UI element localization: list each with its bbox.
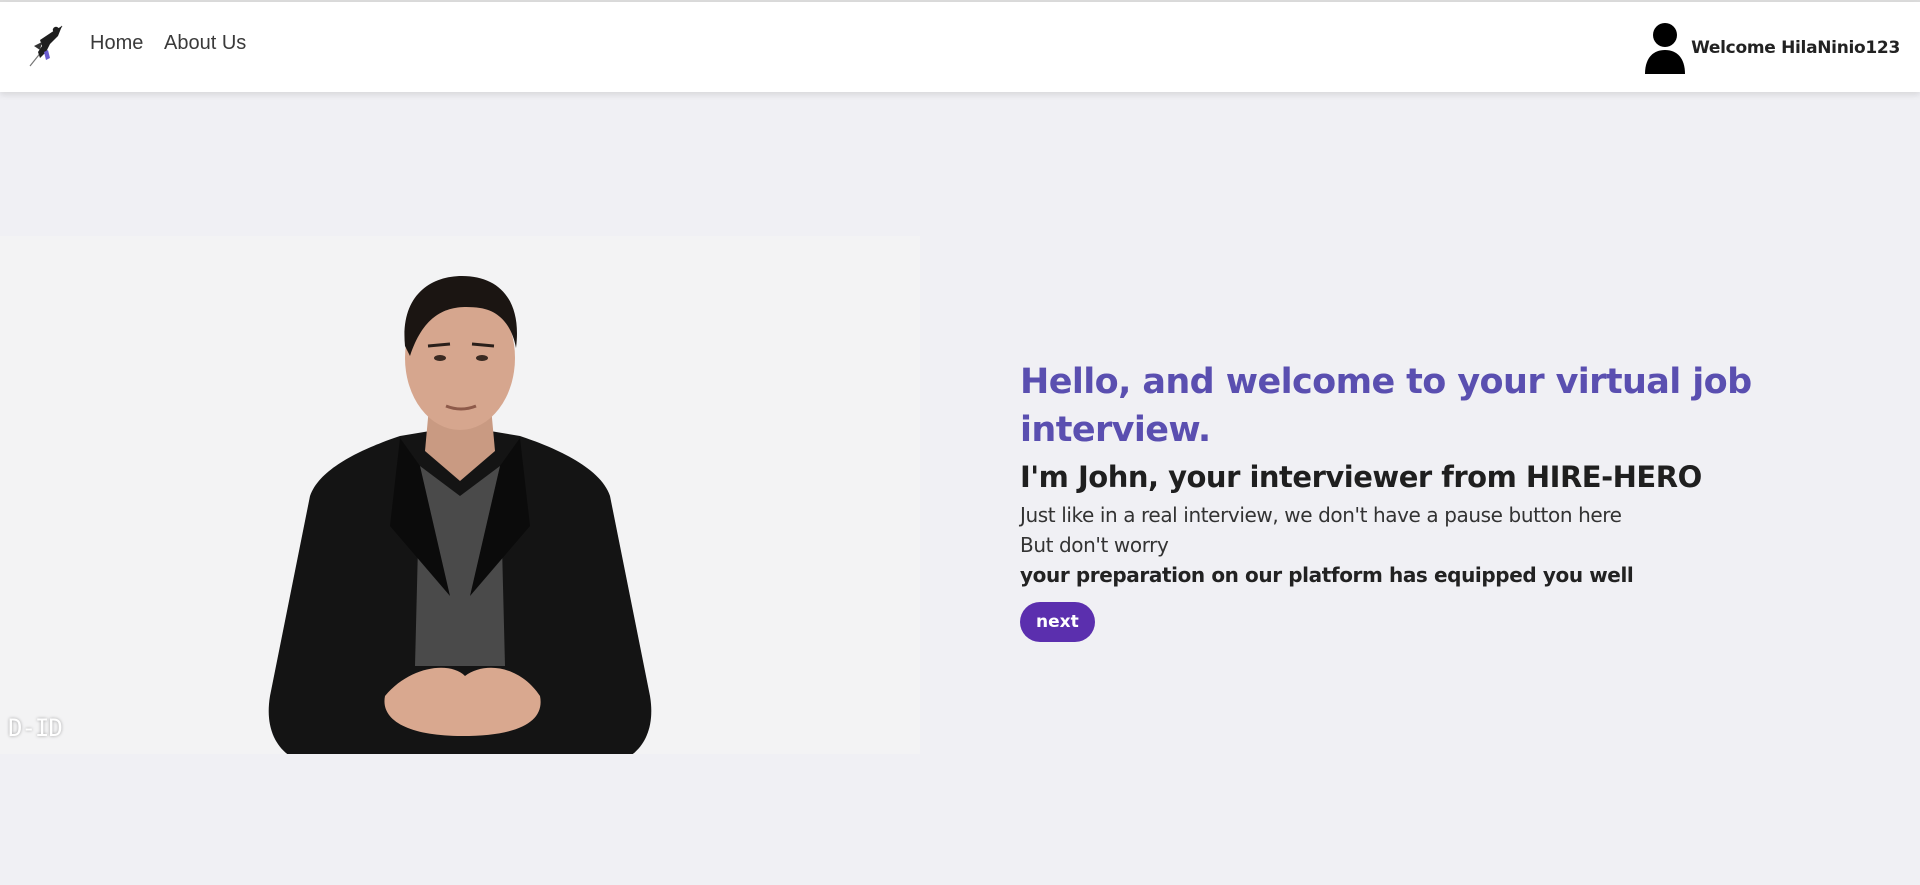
welcome-headline: Hello, and welcome to your virtual job i… (1020, 362, 1752, 450)
interviewer-video: D-ID (0, 236, 920, 754)
user-avatar-icon (1645, 22, 1686, 74)
interviewer-intro: I'm John, your interviewer from HIRE-HER… (1020, 460, 1702, 494)
intro-line-2: But don't worry (1020, 533, 1169, 557)
top-navbar: Home About Us Welcome HilaNinio123 (0, 2, 1920, 92)
intro-line-1: Just like in a real interview, we don't … (1020, 503, 1622, 527)
interviewer-avatar-image (268, 276, 652, 754)
user-menu[interactable]: Welcome HilaNinio123 (1645, 22, 1900, 74)
nav-about-link[interactable]: About Us (164, 32, 246, 55)
intro-line-3: your preparation on our platform has equ… (1020, 563, 1634, 587)
welcome-text: Welcome HilaNinio123 (1691, 38, 1900, 58)
next-button[interactable]: next (1020, 602, 1095, 642)
intro-content: Hello, and welcome to your virtual job i… (1020, 358, 1880, 642)
did-watermark: D-ID (8, 714, 63, 742)
hero-logo-icon[interactable] (26, 22, 68, 68)
nav-home-link[interactable]: Home (90, 32, 143, 55)
